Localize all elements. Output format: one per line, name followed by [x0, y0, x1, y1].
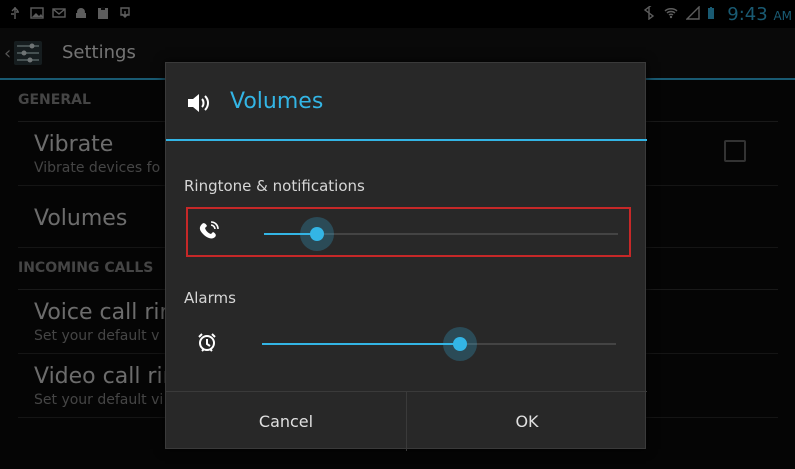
alarms-slider-track[interactable] — [262, 327, 616, 361]
ringtone-slider-track[interactable] — [264, 217, 618, 251]
alarms-label: Alarms — [184, 289, 236, 307]
ok-button[interactable]: OK — [407, 392, 647, 451]
dialog-title: Volumes — [230, 89, 324, 114]
alarms-slider-thumb[interactable] — [443, 327, 477, 361]
screen: 9:43 AM ‹ Settings GENERAL Vibrate Vibra… — [0, 0, 795, 469]
speaker-icon — [188, 94, 209, 112]
alarms-slider-fill — [262, 343, 460, 345]
dialog-header: Volumes — [166, 63, 647, 141]
alarms-volume-row — [186, 319, 631, 369]
alarm-clock-icon — [198, 333, 216, 352]
ringtone-slider-thumb[interactable] — [300, 217, 334, 251]
ringtone-volume-row — [186, 207, 631, 257]
ringtone-label: Ringtone & notifications — [184, 177, 365, 195]
cancel-button[interactable]: Cancel — [166, 392, 407, 451]
dialog-buttons: Cancel OK — [166, 391, 647, 451]
ringtone-icon — [199, 221, 219, 239]
volumes-dialog: Volumes Ringtone & notifications Alarms — [165, 62, 647, 451]
